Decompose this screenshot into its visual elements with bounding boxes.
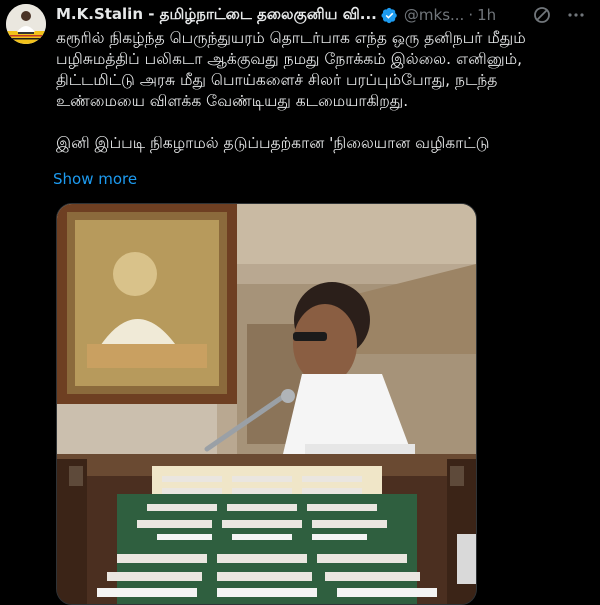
post-text: கரூரில் நிகழ்ந்த பெருந்துயரம் தொடர்பாக எ…	[56, 28, 586, 154]
media-photo	[57, 204, 476, 604]
author-display-name[interactable]: M.K.Stalin - தமிழ்நாட்டை தலைகுனிய வி...	[56, 5, 377, 25]
header-actions	[532, 5, 586, 25]
post-paragraph-2: இனி இப்படி நிகழாமல் தடுப்பதற்கான 'நிலையா…	[56, 134, 490, 152]
more-options-icon[interactable]	[566, 5, 586, 25]
verified-badge-icon	[381, 7, 397, 23]
avatar[interactable]	[6, 4, 46, 44]
post-media-image[interactable]	[56, 203, 477, 605]
post-paragraph-1: கரூரில் நிகழ்ந்த பெருந்துயரம் தொடர்பாக எ…	[56, 29, 526, 110]
tweet-header: M.K.Stalin - தமிழ்நாட்டை தலைகுனிய வி... …	[56, 4, 586, 26]
separator-dot: ·	[468, 6, 474, 24]
tweet[interactable]: M.K.Stalin - தமிழ்நாட்டை தலைகுனிய வி... …	[0, 0, 600, 605]
post-timestamp[interactable]: 1h	[477, 6, 496, 24]
show-more-link[interactable]: Show more	[53, 170, 137, 188]
avatar-image	[6, 4, 46, 44]
author-handle[interactable]: @mks...	[404, 6, 464, 24]
grok-icon[interactable]	[532, 5, 552, 25]
